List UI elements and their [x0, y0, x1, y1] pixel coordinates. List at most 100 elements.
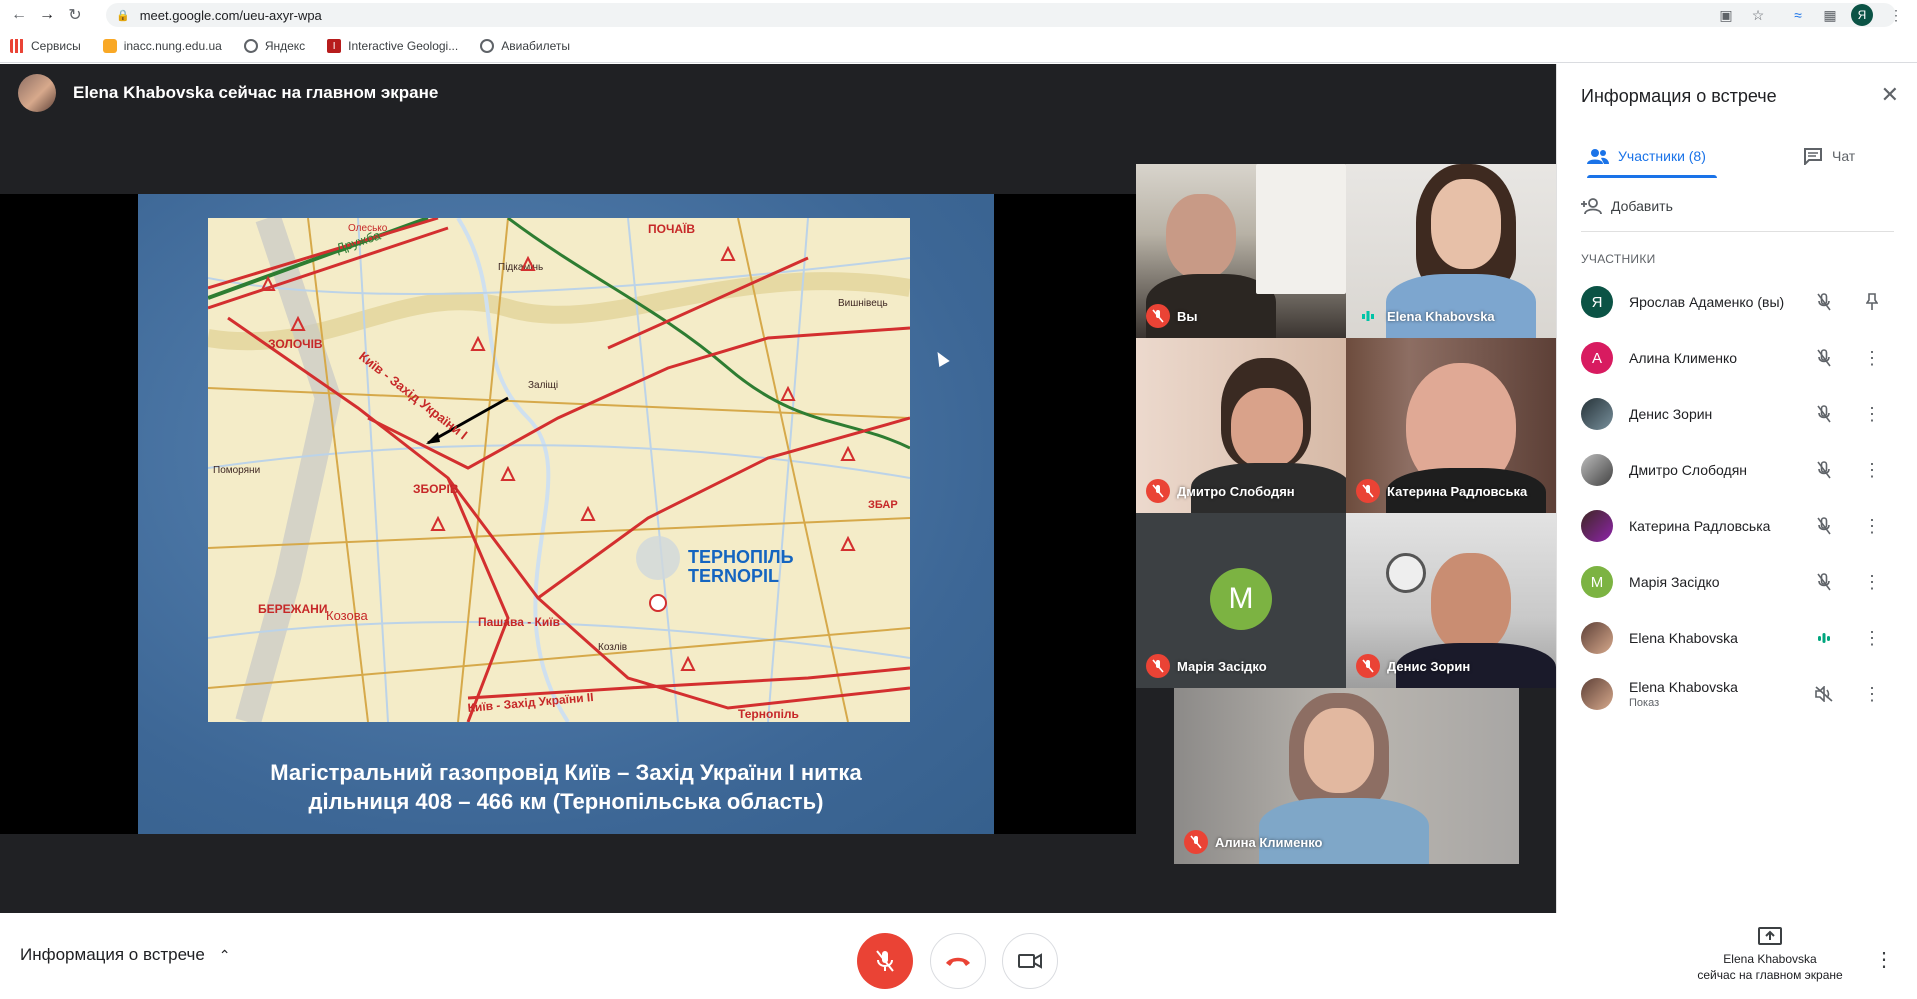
- tab-chat[interactable]: Чат: [1803, 134, 1855, 178]
- bookmark-inacc[interactable]: inacc.nung.edu.ua: [102, 39, 222, 53]
- camera-toggle-button[interactable]: [1002, 933, 1058, 989]
- video-tile-dmytro[interactable]: Дмитро Слободян: [1136, 338, 1346, 513]
- participant-row[interactable]: Катерина Радловська ⋮: [1557, 498, 1917, 554]
- participant-name: Ярослав Адаменко (вы): [1629, 294, 1785, 310]
- participant-row[interactable]: Денис Зорин ⋮: [1557, 386, 1917, 442]
- more-options-icon[interactable]: ⋮: [1860, 346, 1884, 370]
- volume-off-icon[interactable]: [1812, 682, 1836, 706]
- map-label-ternopil-lat: TERNOPIL: [688, 566, 779, 586]
- menu-dots-icon[interactable]: ⋮: [1884, 3, 1908, 27]
- reload-icon[interactable]: ↻: [62, 2, 88, 28]
- mic-off-icon: [876, 950, 894, 972]
- meeting-controls-bar: Информация о встрече ⌃ Elena Khabovska с…: [0, 913, 1917, 999]
- mic-off-icon[interactable]: [1812, 346, 1836, 370]
- participant-row[interactable]: Дмитро Слободян ⋮: [1557, 442, 1917, 498]
- bookmark-geology[interactable]: I Interactive Geologi...: [327, 39, 458, 53]
- profile-avatar[interactable]: Я: [1850, 3, 1874, 27]
- video-tile-denys[interactable]: Денис Зорин: [1346, 513, 1556, 688]
- more-options-icon[interactable]: ⋮: [1874, 947, 1894, 972]
- map-label-zbar: ЗБАР: [868, 499, 898, 511]
- tab-participants[interactable]: Участники (8): [1587, 134, 1706, 178]
- present-line2: сейчас на главном экране: [1697, 968, 1843, 982]
- mic-toggle-button[interactable]: [857, 933, 913, 989]
- participant-row[interactable]: А Алина Клименко ⋮: [1557, 330, 1917, 386]
- participant-name: Elena Khabovska: [1629, 630, 1738, 646]
- map-label-kozova: Козова: [326, 608, 368, 623]
- avatar: [1581, 454, 1613, 486]
- presenter-banner: Elena Khabovska сейчас на главном экране: [18, 74, 438, 112]
- bookmark-services[interactable]: Сервисы: [10, 39, 81, 53]
- present-status[interactable]: Elena Khabovska сейчас на главном экране: [1680, 927, 1860, 983]
- mic-off-icon: [1356, 479, 1380, 503]
- avatar: [1581, 678, 1613, 710]
- avatar: [1581, 510, 1613, 542]
- address-bar[interactable]: 🔒 meet.google.com/ueu-axyr-wpa: [106, 3, 1896, 27]
- avatar: M: [1581, 566, 1613, 598]
- add-people-button[interactable]: Добавить: [1581, 198, 1673, 214]
- map-label-kozliv: Козлів: [598, 642, 627, 653]
- mic-off-icon[interactable]: [1812, 290, 1836, 314]
- present-screen-icon: [1758, 927, 1782, 945]
- more-options-icon[interactable]: ⋮: [1860, 402, 1884, 426]
- more-options-icon[interactable]: ⋮: [1860, 570, 1884, 594]
- more-options-icon[interactable]: ⋮: [1860, 458, 1884, 482]
- more-options-icon[interactable]: ⋮: [1860, 514, 1884, 538]
- forward-icon[interactable]: →: [34, 2, 60, 28]
- speaking-icon[interactable]: [1812, 626, 1836, 650]
- tile-name: Марія Засідко: [1177, 658, 1267, 674]
- extension-icon[interactable]: ≈: [1786, 3, 1810, 27]
- camera-icon[interactable]: ▣: [1714, 3, 1738, 27]
- avatar: [1581, 622, 1613, 654]
- meeting-info-button[interactable]: Информация о встрече ⌃: [20, 945, 231, 965]
- more-options-icon[interactable]: ⋮: [1860, 626, 1884, 650]
- mic-off-icon[interactable]: [1812, 514, 1836, 538]
- tile-name: Вы: [1177, 308, 1198, 324]
- mic-off-icon: [1146, 479, 1170, 503]
- participant-list: Я Ярослав Адаменко (вы) А Алина Клименко…: [1557, 274, 1917, 722]
- map-label-zolochiv: ЗОЛОЧІВ: [268, 337, 323, 351]
- apps-grid-icon: [10, 39, 24, 53]
- video-tile-alina[interactable]: Алина Клименко: [1174, 688, 1519, 864]
- tile-name: Катерина Радловська: [1387, 483, 1528, 499]
- mic-off-icon: [1184, 830, 1208, 854]
- bookmark-flights[interactable]: Авиабилеты: [480, 39, 570, 53]
- mic-off-icon[interactable]: [1812, 458, 1836, 482]
- close-icon[interactable]: ✕: [1881, 84, 1899, 106]
- presenter-text: Elena Khabovska сейчас на главном экране: [73, 83, 439, 102]
- mic-off-icon[interactable]: [1812, 570, 1836, 594]
- map-label-olesko: Олесько: [348, 223, 388, 234]
- video-tile-elena[interactable]: Elena Khabovska: [1346, 164, 1556, 338]
- video-tile-self[interactable]: Вы: [1136, 164, 1346, 338]
- mic-off-icon[interactable]: [1812, 402, 1836, 426]
- bookmark-yandex[interactable]: Яндекс: [243, 39, 305, 53]
- puzzle-icon[interactable]: ▦: [1818, 3, 1842, 27]
- bookmarks-bar: Сервисы inacc.nung.edu.ua Яндекс I Inter…: [0, 30, 1917, 63]
- meeting-stage: Elena Khabovska сейчас на главном экране: [0, 64, 1556, 913]
- participant-row[interactable]: Elena Khabovska Показ ⋮: [1557, 666, 1917, 722]
- participant-row[interactable]: Elena Khabovska ⋮: [1557, 610, 1917, 666]
- url-text: meet.google.com/ueu-axyr-wpa: [139, 7, 322, 23]
- participant-row[interactable]: M Марія Засідко ⋮: [1557, 554, 1917, 610]
- chat-icon: [1804, 148, 1822, 165]
- video-tile-mariia[interactable]: M Марія Засідко: [1136, 513, 1346, 688]
- video-camera-icon: [1018, 953, 1042, 969]
- pipeline-map: ТЕРНОПІЛЬ TERNOPIL ЗБОРІВ ЗОЛОЧІВ БЕРЕЖА…: [208, 218, 910, 722]
- speaking-icon: [1356, 304, 1380, 328]
- map-label-vyshnivets: Вишнівець: [838, 298, 888, 309]
- leave-call-button[interactable]: [930, 933, 986, 989]
- map-label-pochaiv: ПОЧАЇВ: [648, 221, 695, 236]
- participants-section-label: УЧАСТНИКИ: [1581, 252, 1656, 266]
- panel-tabs: Участники (8) Чат: [1557, 134, 1917, 178]
- participant-row[interactable]: Я Ярослав Адаменко (вы): [1557, 274, 1917, 330]
- star-icon[interactable]: ☆: [1746, 3, 1770, 27]
- presentation-slide: ТЕРНОПІЛЬ TERNOPIL ЗБОРІВ ЗОЛОЧІВ БЕРЕЖА…: [138, 194, 994, 834]
- hang-up-icon: [946, 957, 970, 966]
- tile-name: Дмитро Слободян: [1177, 483, 1295, 499]
- map-svg: ТЕРНОПІЛЬ TERNOPIL ЗБОРІВ ЗОЛОЧІВ БЕРЕЖА…: [208, 218, 910, 722]
- mic-off-icon: [1146, 654, 1170, 678]
- video-tile-kateryna[interactable]: Катерина Радловська: [1346, 338, 1556, 513]
- more-options-icon[interactable]: ⋮: [1860, 682, 1884, 706]
- map-label-ternopil: ТЕРНОПІЛЬ: [688, 547, 794, 567]
- back-icon[interactable]: ←: [6, 2, 32, 28]
- pin-icon[interactable]: [1860, 290, 1884, 314]
